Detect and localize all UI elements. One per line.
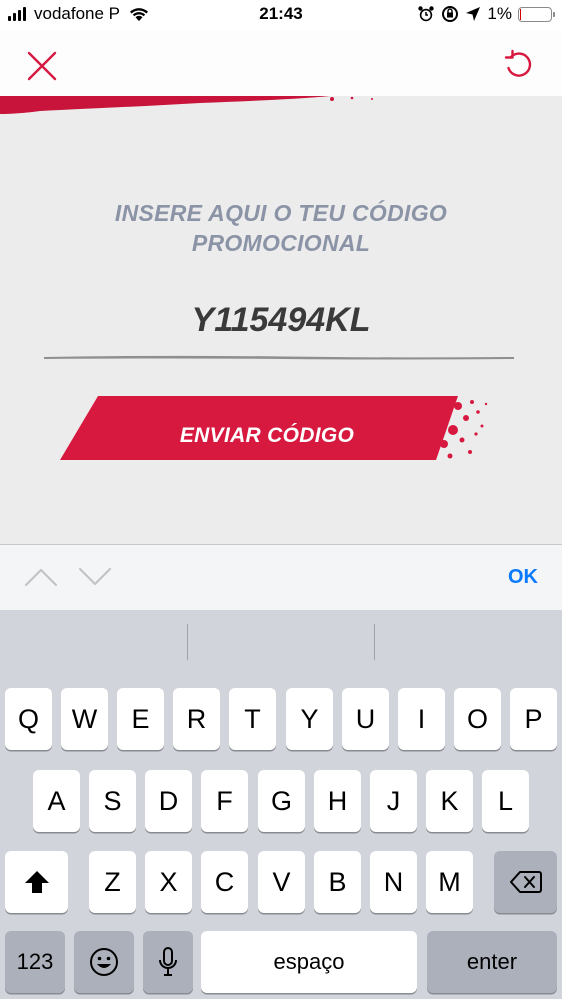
key-o[interactable]: O — [454, 688, 501, 750]
space-key[interactable]: espaço — [201, 931, 417, 993]
battery-icon — [518, 6, 555, 22]
key-u[interactable]: U — [342, 688, 389, 750]
key-n[interactable]: N — [370, 851, 417, 913]
emoji-icon — [90, 948, 118, 976]
chevron-down-icon[interactable] — [78, 567, 112, 587]
location-arrow-icon — [466, 7, 481, 21]
key-d[interactable]: D — [145, 770, 192, 832]
ok-button[interactable]: OK — [508, 566, 538, 589]
suggestion-divider — [187, 624, 188, 660]
key-q[interactable]: Q — [5, 688, 52, 750]
orientation-lock-icon — [442, 6, 459, 22]
red-brush-stroke — [0, 96, 373, 114]
enter-key[interactable]: enter — [427, 931, 557, 993]
key-s[interactable]: S — [89, 770, 136, 832]
key-l[interactable]: L — [482, 770, 529, 832]
send-code-button[interactable] — [58, 394, 498, 466]
shift-icon — [24, 871, 49, 893]
backspace-key[interactable] — [494, 851, 557, 913]
numbers-key[interactable]: 123 — [5, 931, 65, 993]
emoji-key[interactable] — [74, 931, 134, 993]
key-w[interactable]: W — [61, 688, 108, 750]
key-r[interactable]: R — [173, 688, 220, 750]
key-y[interactable]: Y — [286, 688, 333, 750]
key-j[interactable]: J — [370, 770, 417, 832]
key-p[interactable]: P — [510, 688, 557, 750]
key-x[interactable]: X — [145, 851, 192, 913]
keyboard-accessory-bar: OK — [0, 544, 562, 610]
key-c[interactable]: C — [201, 851, 248, 913]
chevron-up-icon[interactable] — [24, 567, 58, 587]
key-z[interactable]: Z — [89, 851, 136, 913]
promo-instruction-heading: INSERE AQUI O TEU CÓDIGO PROMOCIONAL — [114, 200, 448, 256]
key-t[interactable]: T — [229, 688, 276, 750]
key-e[interactable]: E — [117, 688, 164, 750]
reset-icon[interactable] — [502, 48, 536, 82]
microphone-key[interactable] — [143, 931, 193, 993]
input-underline — [44, 355, 514, 360]
promo-code-input[interactable] — [40, 301, 522, 340]
shift-key[interactable] — [5, 851, 68, 913]
status-bar: vodafone P 21:43 1% — [0, 0, 562, 30]
microphone-icon — [159, 947, 177, 976]
key-m[interactable]: M — [426, 851, 473, 913]
top-bar — [0, 30, 562, 96]
key-v[interactable]: V — [258, 851, 305, 913]
alarm-icon — [418, 6, 435, 22]
key-f[interactable]: F — [201, 770, 248, 832]
key-k[interactable]: K — [426, 770, 473, 832]
backspace-icon — [509, 871, 542, 893]
keyboard: Q W E R T Y U I O P A S D F G H J K L Z … — [0, 610, 562, 999]
battery-level — [520, 8, 521, 20]
key-h[interactable]: H — [314, 770, 361, 832]
promo-code-panel: INSERE AQUI O TEU CÓDIGO PROMOCIONAL ENV… — [0, 96, 562, 544]
battery-percent: 1% — [487, 4, 512, 23]
suggestion-divider — [374, 624, 375, 660]
key-b[interactable]: B — [314, 851, 361, 913]
key-i[interactable]: I — [398, 688, 445, 750]
key-a[interactable]: A — [33, 770, 80, 832]
close-icon[interactable] — [26, 50, 58, 82]
key-g[interactable]: G — [258, 770, 305, 832]
